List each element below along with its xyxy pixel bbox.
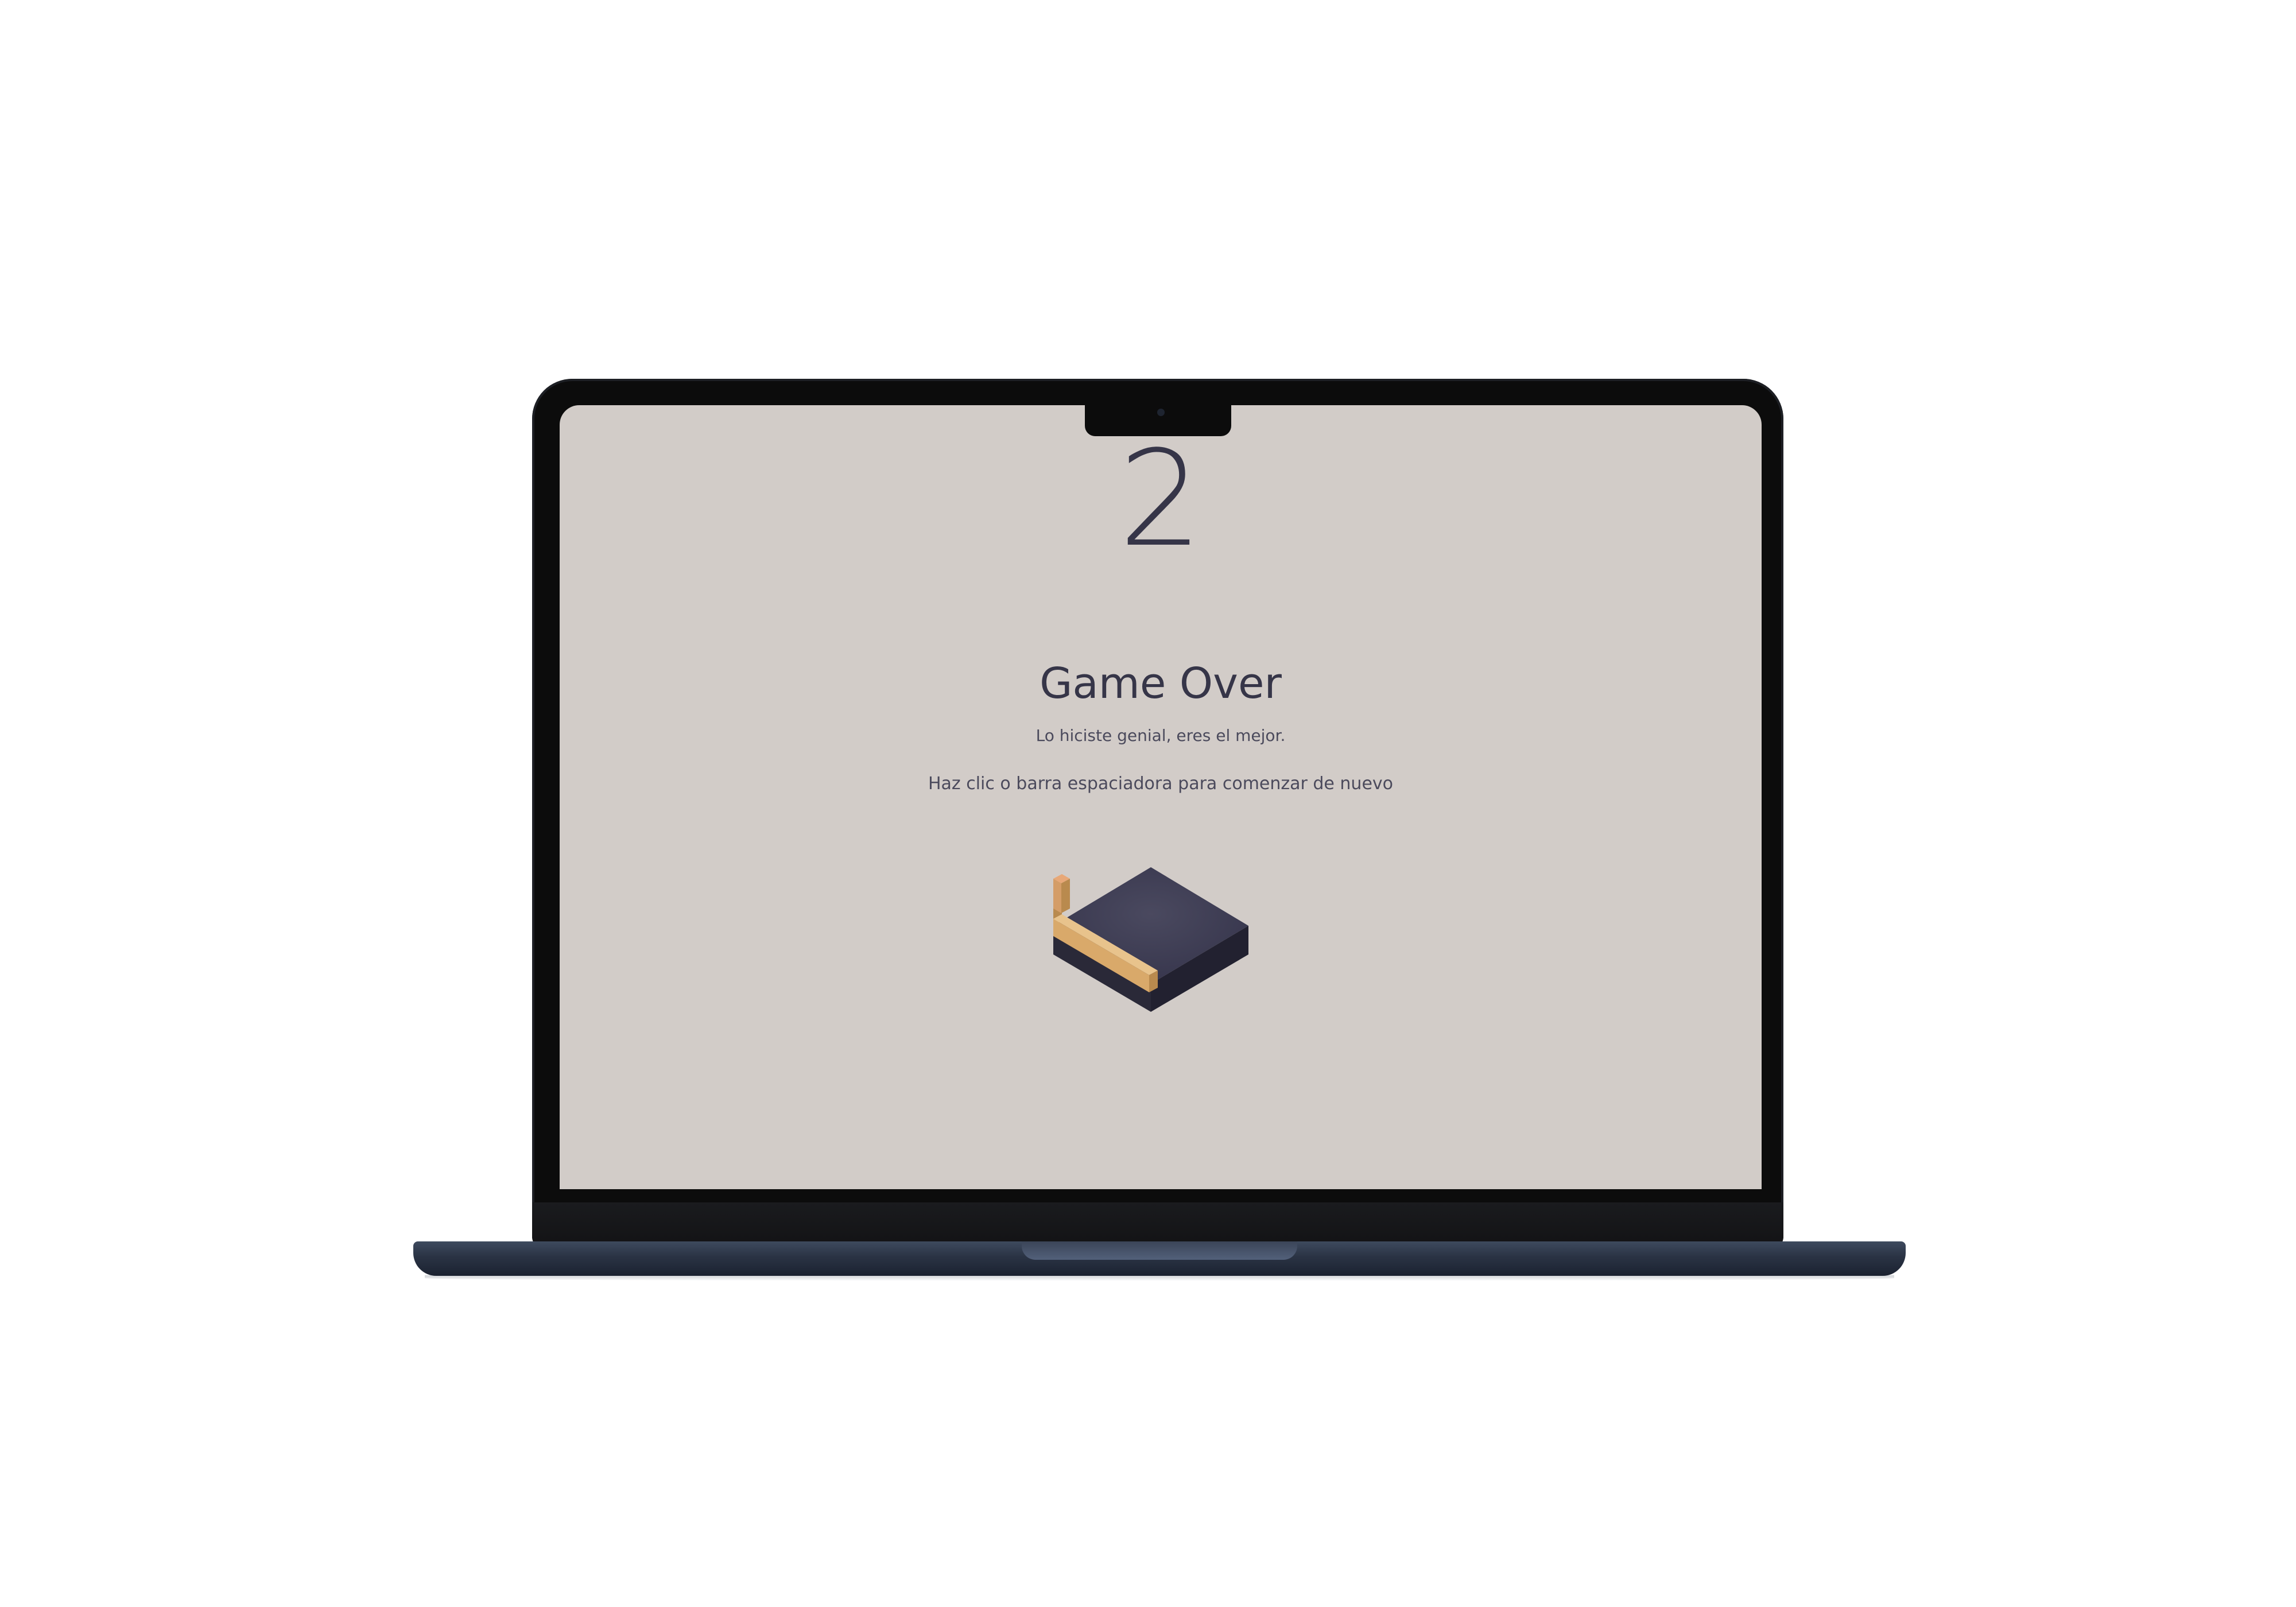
restart-hint: Haz clic o barra espaciadora para comenz… bbox=[928, 774, 1394, 794]
laptop-mockup: 2 Game Over Lo hiciste genial, eres el m… bbox=[0, 0, 2296, 1607]
post-icon bbox=[1053, 874, 1070, 913]
score-counter: 2 bbox=[1118, 423, 1203, 576]
platform-block-icon bbox=[1053, 867, 1248, 1012]
game-over-subtitle: Lo hiciste genial, eres el mejor. bbox=[1035, 726, 1286, 745]
camera-icon bbox=[1157, 409, 1165, 416]
camera-notch bbox=[1085, 402, 1231, 436]
laptop-hinge-groove bbox=[1022, 1241, 1297, 1260]
laptop-shadow bbox=[425, 1275, 1894, 1281]
game-screen[interactable]: 2 Game Over Lo hiciste genial, eres el m… bbox=[560, 405, 1762, 1189]
game-over-title: Game Over bbox=[1040, 659, 1282, 708]
